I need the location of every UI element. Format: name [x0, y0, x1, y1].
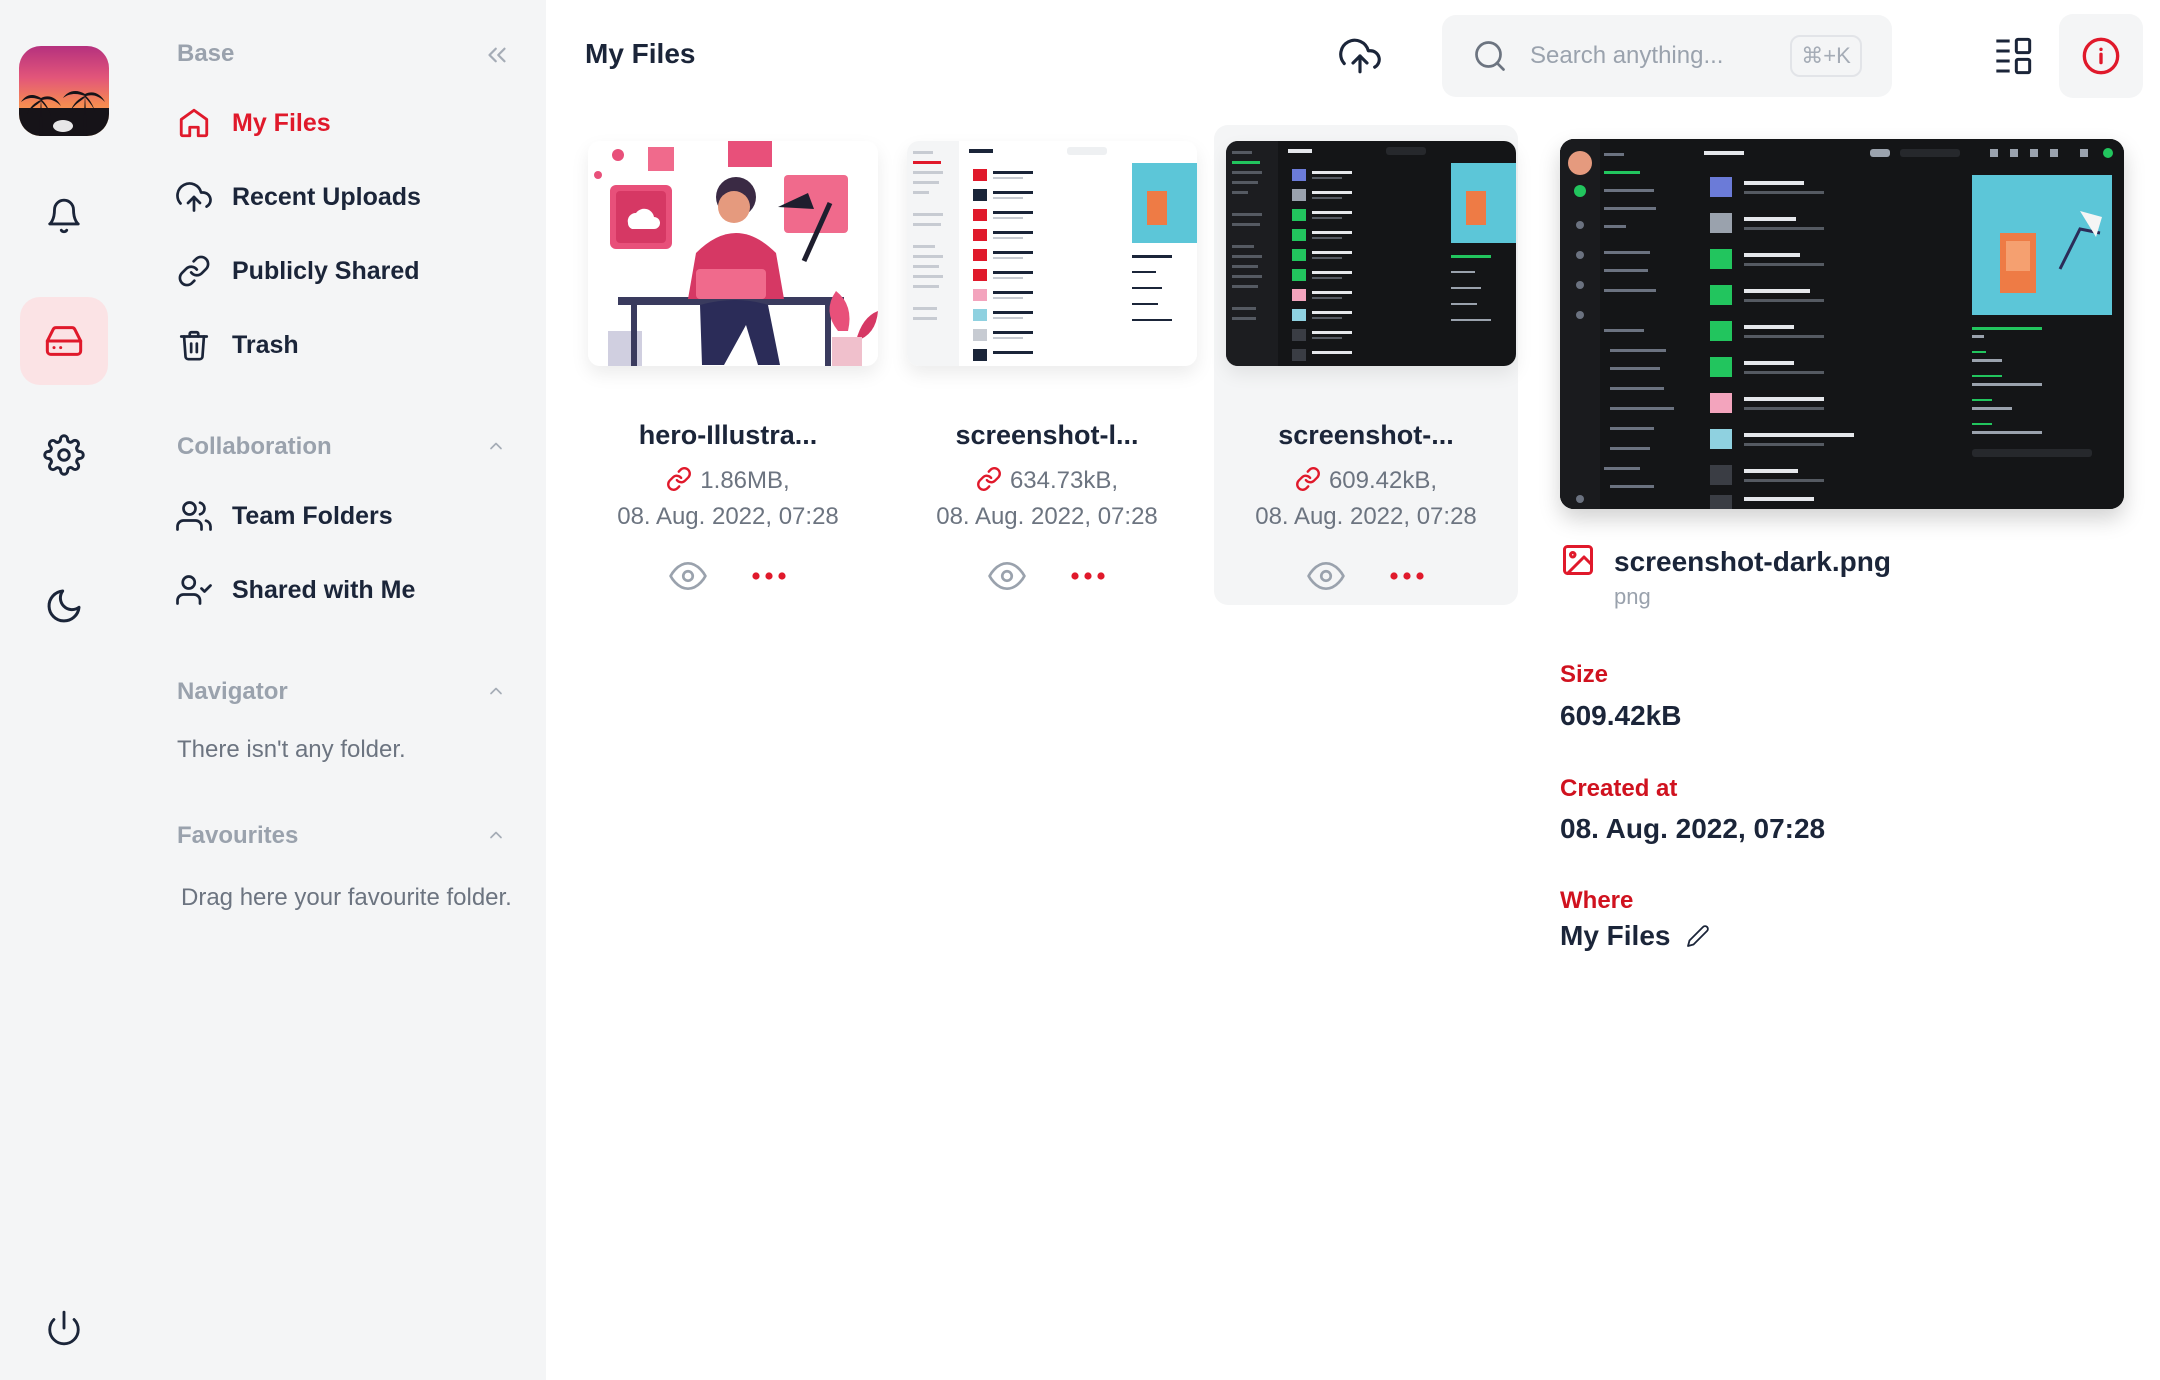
file-size: 609.42kB, [1328, 467, 1438, 494]
chevrons-left-icon[interactable] [482, 40, 512, 70]
link-icon [1296, 467, 1320, 491]
file-date: 08. Aug. 2022, 07:28 [936, 503, 1158, 530]
palm-sunset-icon [19, 91, 109, 136]
section-title-base: Base [177, 40, 235, 67]
navigator-empty-text: There isn't any folder. [177, 736, 406, 763]
file-actions [1214, 557, 1518, 595]
user-check-icon [176, 572, 212, 608]
eye-icon[interactable] [1307, 557, 1345, 595]
app-logo[interactable] [19, 46, 109, 136]
link-icon [977, 467, 1001, 491]
link-icon [667, 467, 692, 491]
sidebar-item-label: Trash [232, 330, 299, 359]
file-preview [1560, 139, 2124, 509]
sidebar-item-team-folders[interactable]: Team Folders [176, 492, 393, 540]
sidebar-item-label: Recent Uploads [232, 182, 421, 211]
sidebar: Base My Files Recent Uploads Publicly Sh… [128, 0, 546, 1380]
file-size: 1.86MB, [700, 467, 790, 494]
file-meta: 634.73kB, 08. Aug. 2022, 07:28 [895, 463, 1199, 535]
upload-button[interactable] [1334, 32, 1386, 80]
sidebar-item-publicly-shared[interactable]: Publicly Shared [176, 247, 420, 295]
file-meta: 1.86MB, 08. Aug. 2022, 07:28 [576, 463, 880, 535]
file-card-selected[interactable]: screenshot-... 609.42kB, 08. Aug. 2022, … [1214, 125, 1518, 605]
screenshot-dark-preview-image [1560, 139, 2124, 509]
file-date: 08. Aug. 2022, 07:28 [617, 503, 839, 530]
screenshot-dark-image [1226, 141, 1516, 366]
notifications-button[interactable] [20, 172, 108, 260]
sidebar-item-my-files[interactable]: My Files [176, 99, 331, 147]
home-icon [176, 105, 212, 141]
sidebar-item-shared-with-me[interactable]: Shared with Me [176, 566, 415, 614]
layout-grid-icon [1996, 37, 2032, 75]
image-icon [1563, 545, 1593, 575]
trash-icon [176, 327, 212, 363]
section-title-navigator: Navigator [177, 678, 288, 705]
created-at-value: 08. Aug. 2022, 07:28 [1560, 813, 1826, 844]
info-panel-button[interactable] [2059, 14, 2143, 98]
where-row: My Files [1560, 920, 1710, 952]
file-card[interactable]: screenshot-l... 634.73kB, 08. Aug. 2022,… [895, 125, 1199, 605]
moon-icon [47, 589, 81, 623]
sidebar-item-label: Team Folders [232, 501, 393, 530]
file-meta: 609.42kB, 08. Aug. 2022, 07:28 [1214, 463, 1518, 535]
storage-button[interactable] [20, 297, 108, 385]
file-thumbnail[interactable] [1226, 141, 1516, 366]
chevron-up-icon[interactable] [486, 825, 506, 845]
where-value: My Files [1560, 920, 1671, 951]
sidebar-item-trash[interactable]: Trash [176, 321, 299, 369]
detail-file-type: png [1614, 584, 1651, 609]
eye-icon[interactable] [669, 557, 707, 595]
sidebar-item-recent-uploads[interactable]: Recent Uploads [176, 173, 421, 221]
file-date: 08. Aug. 2022, 07:28 [1255, 503, 1477, 530]
search-input[interactable] [1530, 33, 1770, 79]
file-actions [895, 557, 1199, 595]
file-name: screenshot-... [1278, 420, 1454, 450]
file-thumbnail[interactable] [588, 141, 878, 366]
gear-icon [43, 434, 85, 476]
file-actions [576, 557, 880, 595]
eye-icon[interactable] [988, 557, 1026, 595]
search-shortcut-badge: ⌘+K [1790, 35, 1862, 77]
more-options-icon[interactable] [751, 570, 787, 582]
info-icon [2082, 37, 2120, 75]
file-name: hero-Illustra... [638, 420, 818, 450]
search-bar: ⌘+K [1442, 15, 1892, 97]
size-value: 609.42kB [1560, 700, 1682, 731]
chevron-up-icon[interactable] [486, 436, 506, 456]
sidebar-item-label: Publicly Shared [232, 256, 420, 285]
more-options-icon[interactable] [1389, 570, 1425, 582]
icon-rail [0, 0, 128, 1380]
where-label: Where [1560, 887, 1634, 914]
dark-mode-toggle[interactable] [20, 562, 108, 650]
size-label: Size [1560, 661, 1609, 688]
more-options-icon[interactable] [1070, 570, 1106, 582]
page-title: My Files [585, 38, 696, 69]
file-size: 634.73kB, [1009, 467, 1119, 494]
search-icon [1475, 41, 1505, 71]
hero-illustration-image [588, 141, 878, 366]
section-title-collaboration: Collaboration [177, 433, 332, 460]
pencil-icon[interactable] [1686, 924, 1710, 948]
settings-button[interactable] [20, 411, 108, 499]
file-card[interactable]: hero-Illustra... 1.86MB, 08. Aug. 2022, … [576, 125, 880, 605]
logout-button[interactable] [20, 1284, 108, 1372]
hard-drive-icon [45, 326, 83, 356]
users-icon [176, 498, 212, 534]
sidebar-item-label: My Files [232, 108, 331, 137]
detail-file-name: screenshot-dark.png [1614, 546, 1891, 577]
created-at-label: Created at [1560, 775, 1678, 802]
favourites-drop-zone[interactable]: Drag here your favourite folder. [181, 884, 512, 912]
power-icon [48, 1310, 80, 1346]
section-title-favourites: Favourites [177, 822, 299, 849]
chevron-up-icon[interactable] [486, 681, 506, 701]
cloud-upload-icon [176, 179, 212, 215]
link-icon [176, 253, 212, 289]
file-name: screenshot-l... [955, 420, 1139, 450]
bell-icon [48, 198, 80, 234]
file-thumbnail[interactable] [907, 141, 1197, 366]
toggle-layout-button[interactable] [1988, 30, 2038, 82]
screenshot-light-image [907, 141, 1197, 366]
cloud-upload-icon [1339, 38, 1381, 74]
sidebar-item-label: Shared with Me [232, 575, 416, 604]
